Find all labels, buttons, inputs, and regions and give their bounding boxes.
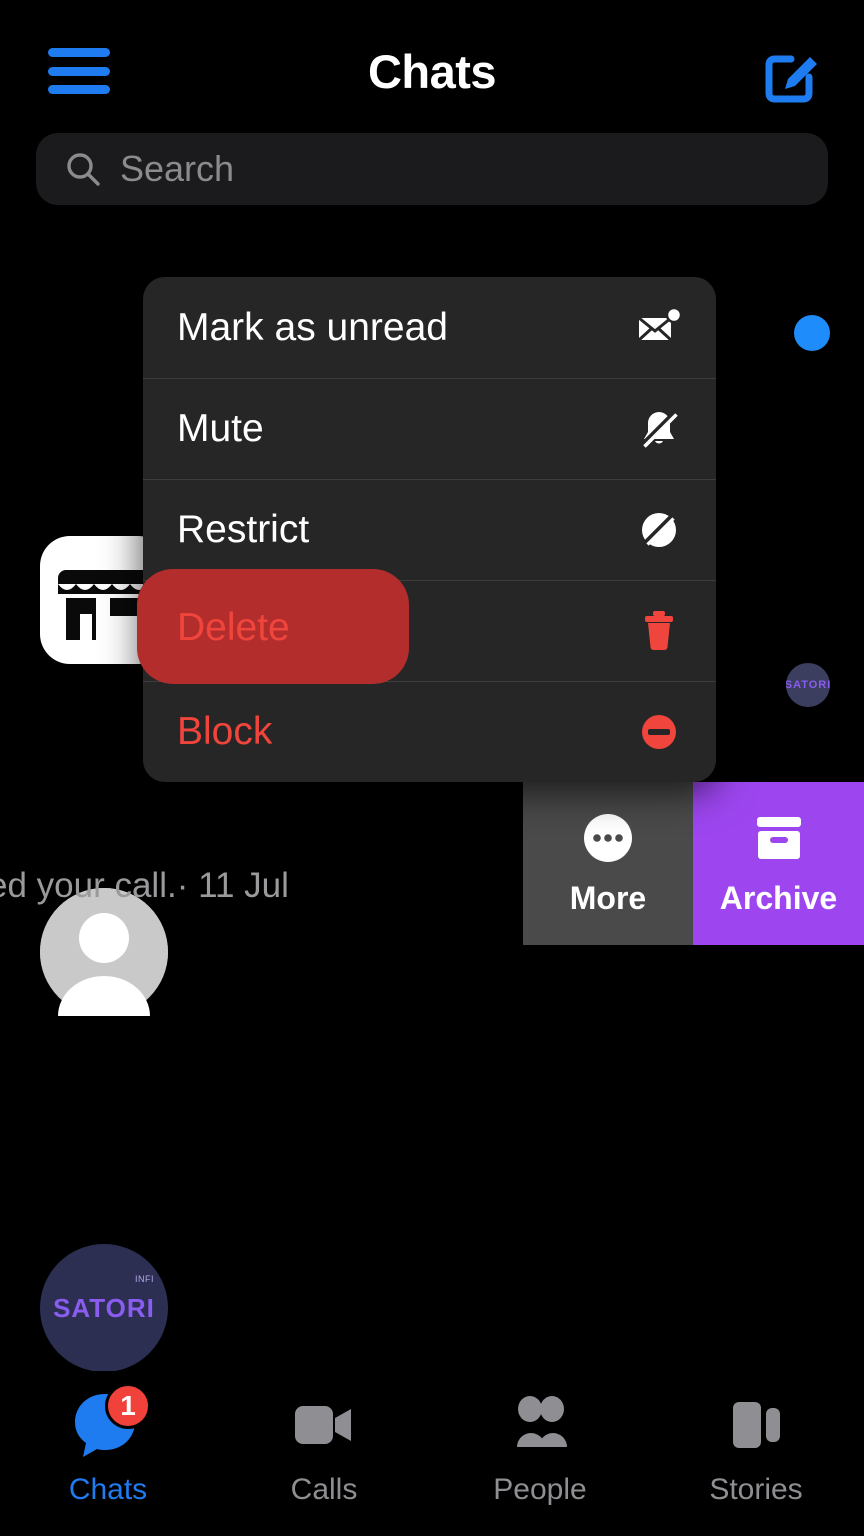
app-header: Chats — [0, 0, 864, 118]
mini-avatar-brand-text: SATORI — [786, 679, 830, 691]
app-screen: Chats Search SATORI INFI ed your call.· … — [0, 0, 864, 1536]
tab-label: Calls — [290, 1473, 358, 1506]
tab-stories[interactable]: Stories — [648, 1389, 864, 1507]
chat-snippet: ed your call.· 11 Jul — [0, 866, 289, 905]
swipe-action-bar: More Archive — [523, 782, 864, 945]
menu-item-delete[interactable]: Delete — [143, 580, 716, 681]
avatar-brand-text: SATORI — [53, 1292, 155, 1323]
unread-dot — [794, 315, 830, 351]
bottom-tab-bar: 1 Chats Calls People Stories — [0, 1371, 864, 1536]
video-camera-icon — [285, 1389, 363, 1463]
avatar-brand-superscript: INFI — [135, 1274, 154, 1284]
tab-label: Chats — [68, 1473, 148, 1506]
menu-item-mute[interactable]: Mute — [143, 378, 716, 479]
tab-label: People — [493, 1473, 587, 1506]
page-title: Chats — [367, 45, 497, 98]
people-icon — [501, 1389, 579, 1463]
mail-unread-icon — [637, 306, 682, 341]
archive-button[interactable]: Archive — [693, 782, 864, 945]
search-placeholder: Search — [120, 148, 235, 189]
satori-logo-avatar: SATORI INFI — [40, 1244, 168, 1372]
context-menu: Mark as unread Mute Restrict Delete Bloc… — [143, 277, 716, 782]
tab-label: Stories — [709, 1473, 803, 1506]
trash-icon — [645, 610, 673, 650]
tab-chats[interactable]: 1 Chats — [0, 1383, 216, 1507]
menu-item-label: Block — [177, 709, 273, 753]
menu-item-label: Mark as unread — [177, 305, 448, 349]
more-button-label: More — [569, 880, 647, 916]
menu-item-label: Restrict — [177, 507, 310, 551]
stories-icon — [717, 1389, 795, 1463]
status-badge: 1 — [105, 1383, 151, 1429]
tab-people[interactable]: People — [432, 1389, 648, 1507]
block-icon — [642, 714, 676, 749]
more-button[interactable]: More — [523, 782, 693, 945]
circle-slash-icon — [642, 512, 676, 547]
menu-item-label: Mute — [177, 406, 264, 450]
search-input[interactable]: Search — [36, 133, 828, 205]
archive-button-label: Archive — [719, 880, 838, 916]
tab-calls[interactable]: Calls — [216, 1389, 432, 1507]
search-icon — [67, 153, 100, 186]
menu-item-restrict[interactable]: Restrict — [143, 479, 716, 580]
menu-item-block[interactable]: Block — [143, 681, 716, 782]
bell-slash-icon — [640, 410, 678, 448]
menu-item-label: Delete — [177, 608, 290, 652]
compose-icon[interactable] — [762, 42, 824, 104]
menu-item-mark-as-unread[interactable]: Mark as unread — [143, 277, 716, 378]
ellipsis-circle-icon — [584, 814, 632, 862]
archive-box-icon — [756, 817, 801, 859]
mini-avatar: SATORI — [786, 663, 830, 707]
default-person-avatar — [40, 888, 168, 1016]
chat-bubble-icon: 1 — [69, 1383, 151, 1463]
